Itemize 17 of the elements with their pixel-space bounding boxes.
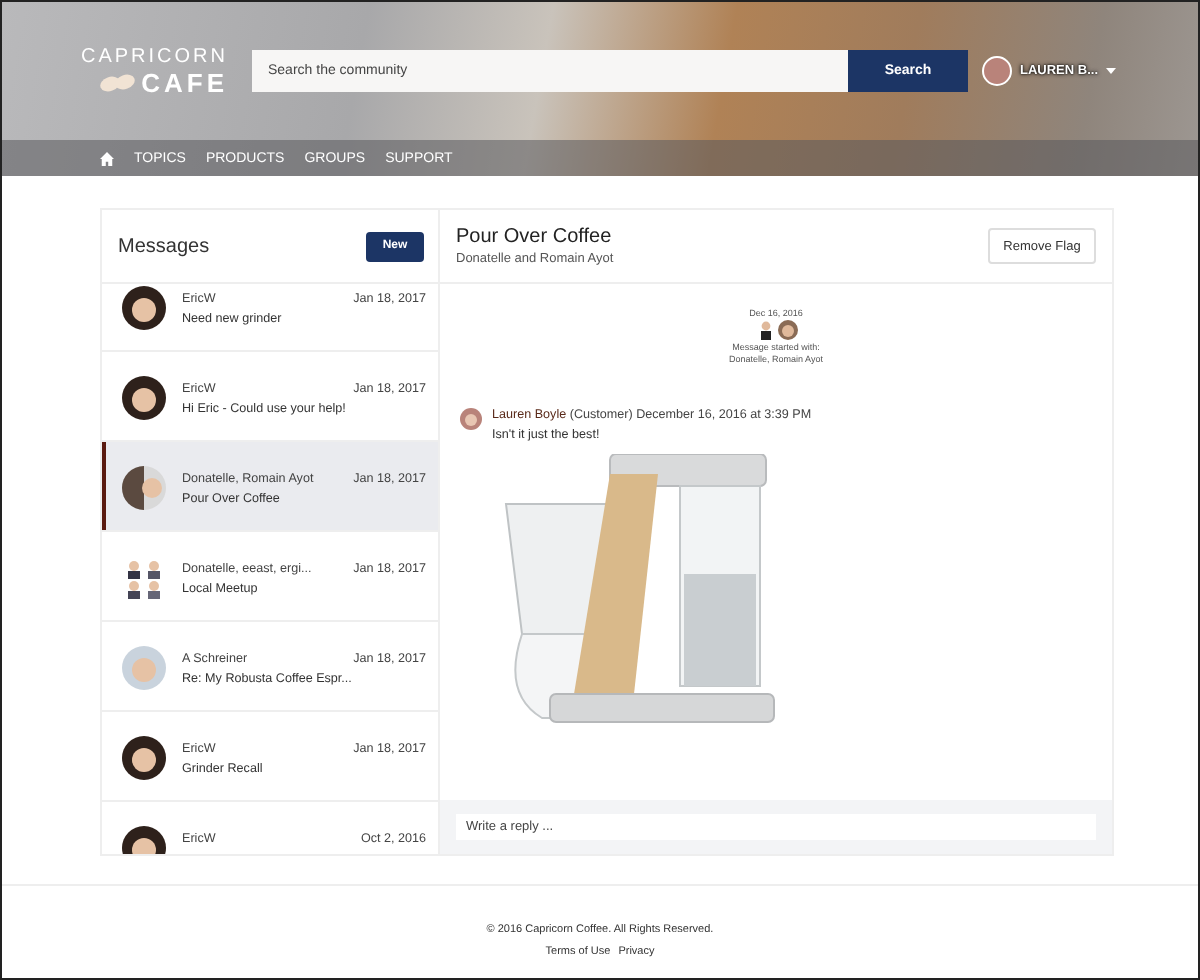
avatar-icon [122,736,166,780]
avatar-icon [122,466,166,510]
avatar-icon [460,408,482,430]
caret-icon[interactable] [1106,68,1116,74]
avatar-icon [755,320,775,340]
coffee-beans-icon [99,72,136,92]
avatar-icon [122,646,166,690]
user-avatar[interactable] [982,56,1012,86]
panel-title: Messages [118,235,210,257]
logo-text: CAFE [141,67,228,97]
home-icon[interactable] [100,151,114,165]
thread-title: Pour Over Coffee [456,226,614,248]
avatar-icon [122,376,166,420]
avatar-icon [122,286,166,330]
logo-text: CAPRICORN [80,45,228,67]
avatar-icon [777,320,797,340]
avatar-icon [122,556,166,600]
